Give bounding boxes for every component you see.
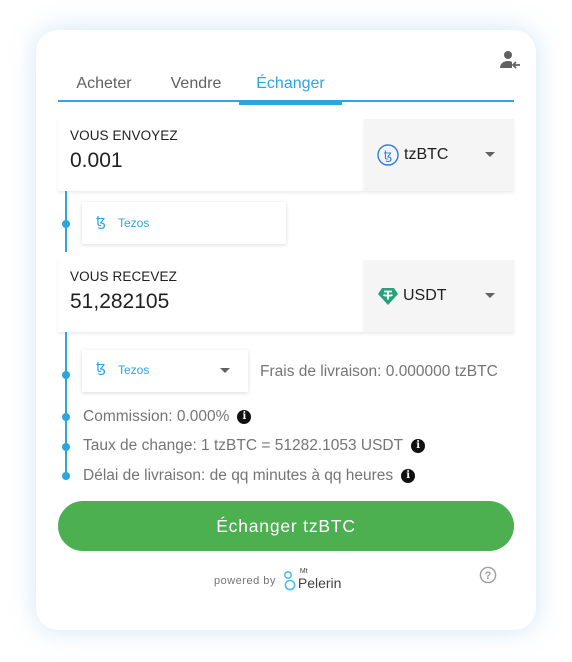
tab-exchange[interactable]: Échanger bbox=[239, 66, 342, 105]
info-icon[interactable]: i bbox=[411, 439, 426, 453]
tab-buy[interactable]: Acheter bbox=[58, 66, 150, 102]
receive-coin-name: USDT bbox=[403, 287, 447, 304]
chevron-down-icon bbox=[485, 293, 495, 298]
powered-by-text: powered by bbox=[214, 575, 276, 587]
send-coin-select[interactable]: ꜩ tzBTC bbox=[364, 119, 514, 191]
info-icon[interactable]: i bbox=[237, 410, 252, 424]
receive-amount-field: VOUS RECEVEZ 51,282105 bbox=[58, 260, 364, 332]
send-amount-input[interactable] bbox=[70, 149, 350, 173]
flow-rail bbox=[65, 332, 67, 478]
receive-network-name: Tezos bbox=[118, 363, 150, 377]
pelerin-logo-icon bbox=[283, 570, 296, 591]
send-amount-field[interactable]: VOUS ENVOYEZ bbox=[58, 119, 364, 191]
send-label: VOUS ENVOYEZ bbox=[70, 128, 178, 143]
commission-row: Commission: 0.000% i bbox=[83, 408, 252, 426]
tab-bar: Acheter Vendre Échanger bbox=[58, 66, 514, 105]
info-icon[interactable]: i bbox=[401, 469, 416, 483]
logo-mt-text: Mt bbox=[299, 568, 308, 575]
tezos-icon: ꜩ bbox=[96, 214, 106, 230]
tether-icon bbox=[378, 288, 398, 305]
delivery-delay-text: Délai de livraison: de qq minutes à qq h… bbox=[83, 467, 394, 484]
powered-by-footer: powered by Mt Pelerin bbox=[214, 568, 344, 594]
receive-coin-select[interactable]: USDT bbox=[364, 260, 514, 332]
flow-dot bbox=[62, 443, 70, 451]
commission-text: Commission: 0.000% bbox=[83, 408, 230, 425]
send-coin-name: tzBTC bbox=[404, 146, 449, 163]
flow-dot bbox=[62, 220, 70, 228]
svg-text:ꜩ: ꜩ bbox=[384, 149, 393, 163]
receive-label: VOUS RECEVEZ bbox=[70, 269, 177, 284]
exchange-rate-text: Taux de change: 1 tzBTC = 51282.1053 USD… bbox=[83, 437, 404, 454]
chevron-down-icon bbox=[485, 152, 495, 157]
tezos-icon: ꜩ bbox=[96, 360, 106, 376]
delivery-delay-row: Délai de livraison: de qq minutes à qq h… bbox=[83, 467, 416, 485]
flow-dot bbox=[62, 413, 70, 421]
flow-dot bbox=[62, 472, 70, 480]
send-network-chip: ꜩ Tezos bbox=[82, 202, 286, 244]
chevron-down-icon bbox=[220, 368, 230, 373]
mt-pelerin-logo[interactable]: Mt Pelerin bbox=[282, 568, 344, 594]
receive-network-select[interactable]: ꜩ Tezos bbox=[82, 350, 248, 392]
svg-text:?: ? bbox=[485, 570, 492, 582]
flow-dot bbox=[62, 371, 70, 379]
send-network-name: Tezos bbox=[118, 216, 150, 230]
exchange-rate-row: Taux de change: 1 tzBTC = 51282.1053 USD… bbox=[83, 437, 426, 455]
tab-sell[interactable]: Vendre bbox=[152, 66, 240, 102]
delivery-fees-text: Frais de livraison: 0.000000 tzBTC bbox=[260, 363, 498, 380]
exchange-submit-button[interactable]: Échanger tzBTC bbox=[58, 501, 514, 551]
logo-pelerin-text: Pelerin bbox=[297, 575, 342, 591]
receive-amount-value: 51,282105 bbox=[70, 290, 170, 313]
help-icon[interactable]: ? bbox=[479, 566, 497, 584]
exchange-widget: Acheter Vendre Échanger VOUS ENVOYEZ ꜩ t… bbox=[36, 30, 536, 630]
tzbtc-icon: ꜩ bbox=[377, 144, 399, 166]
